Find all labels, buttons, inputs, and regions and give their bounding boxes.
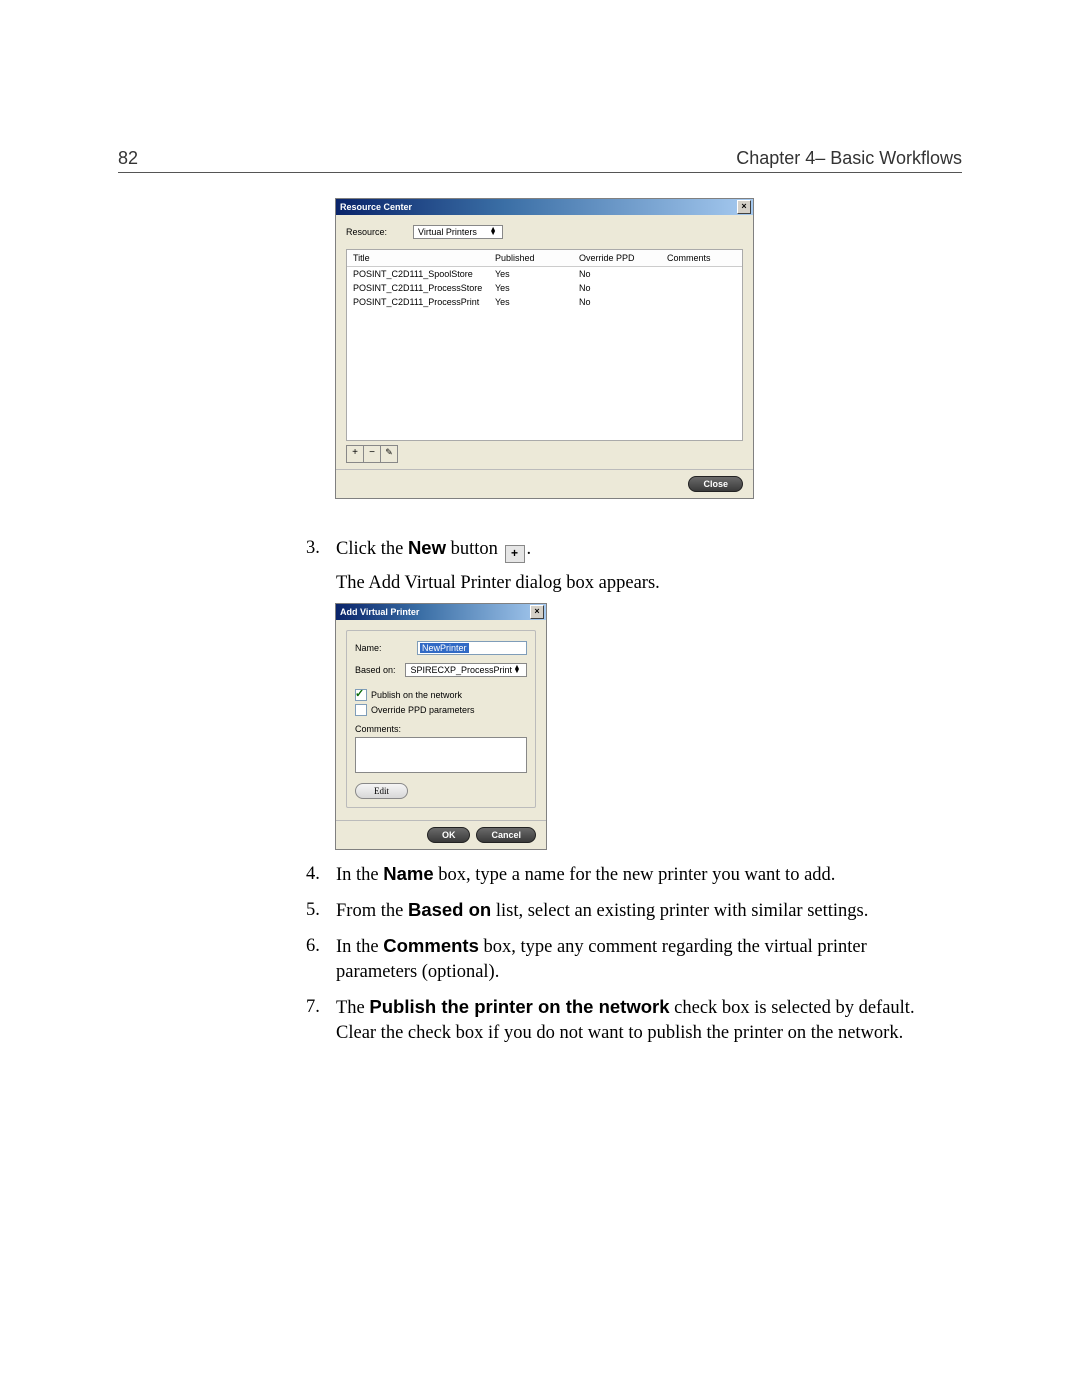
cell-title: POSINT_C2D111_ProcessStore [347, 281, 489, 295]
add-virtual-printer-dialog: Add Virtual Printer × Name: NewPrinter B… [335, 603, 547, 850]
cell-published: Yes [489, 295, 573, 309]
override-ppd-checkbox-label: Override PPD parameters [371, 705, 475, 715]
table-row[interactable]: POSINT_C2D111_ProcessStore Yes No [347, 281, 742, 295]
step-number: 4. [306, 862, 336, 888]
comments-textarea[interactable] [355, 737, 527, 773]
remove-button[interactable]: − [363, 445, 381, 463]
name-input[interactable]: NewPrinter [417, 641, 527, 655]
cell-published: Yes [489, 281, 573, 295]
resource-center-title: Resource Center [340, 202, 412, 212]
cancel-button[interactable]: Cancel [476, 827, 536, 843]
override-ppd-checkbox[interactable] [355, 704, 367, 716]
edit-icon[interactable]: ✎ [380, 445, 398, 463]
table-row[interactable]: POSINT_C2D111_ProcessPrint Yes No [347, 295, 742, 309]
edit-button[interactable]: Edit [355, 783, 408, 799]
plus-icon: + [505, 545, 525, 563]
cell-comments [661, 267, 742, 282]
step-3-text: Click the New button +. The Add Virtual … [336, 536, 952, 610]
col-title[interactable]: Title [347, 250, 489, 267]
close-icon[interactable]: × [530, 605, 544, 619]
avp-titlebar: Add Virtual Printer × [336, 604, 546, 620]
col-override[interactable]: Override PPD [573, 250, 661, 267]
step-5-text: From the Based on list, select an existi… [336, 898, 952, 924]
step-6-text: In the Comments box, type any comment re… [336, 934, 952, 985]
based-on-select[interactable]: SPIRECXP_ProcessPrint ▲▼ [405, 663, 527, 677]
cell-title: POSINT_C2D111_SpoolStore [347, 267, 489, 282]
col-comments[interactable]: Comments [661, 250, 742, 267]
step-3-followup: The Add Virtual Printer dialog box appea… [336, 571, 952, 596]
table-row[interactable]: POSINT_C2D111_SpoolStore Yes No [347, 267, 742, 282]
chevron-updown-icon: ▲▼ [512, 666, 522, 674]
chevron-updown-icon: ▲▼ [488, 228, 498, 236]
resource-select[interactable]: Virtual Printers ▲▼ [413, 225, 503, 239]
cell-override: No [573, 295, 661, 309]
page-number: 82 [118, 148, 138, 169]
step-4-text: In the Name box, type a name for the new… [336, 862, 952, 888]
cell-title: POSINT_C2D111_ProcessPrint [347, 295, 489, 309]
cell-override: No [573, 267, 661, 282]
based-on-value: SPIRECXP_ProcessPrint [410, 665, 512, 675]
step-number: 6. [306, 934, 336, 985]
cell-override: No [573, 281, 661, 295]
step-7-text: The Publish the printer on the network c… [336, 995, 952, 1046]
step-number: 7. [306, 995, 336, 1046]
header-rule [118, 172, 962, 173]
cell-comments [661, 281, 742, 295]
resource-center-dialog: Resource Center × Resource: Virtual Prin… [335, 198, 754, 499]
col-published[interactable]: Published [489, 250, 573, 267]
add-button[interactable]: + [346, 445, 364, 463]
resource-center-titlebar: Resource Center × [336, 199, 753, 215]
comments-label: Comments: [355, 724, 527, 734]
publish-checkbox[interactable] [355, 689, 367, 701]
step-number: 5. [306, 898, 336, 924]
avp-title: Add Virtual Printer [340, 607, 419, 617]
publish-checkbox-label: Publish on the network [371, 690, 462, 700]
printer-table: Title Published Override PPD Comments PO… [346, 249, 743, 441]
resource-select-value: Virtual Printers [418, 227, 477, 237]
ok-button[interactable]: OK [427, 827, 471, 843]
chapter-title: Chapter 4– Basic Workflows [736, 148, 962, 169]
resource-label: Resource: [346, 227, 387, 237]
cell-comments [661, 295, 742, 309]
name-label: Name: [355, 643, 417, 653]
step-number: 3. [306, 536, 336, 610]
based-on-label: Based on: [355, 665, 405, 675]
close-icon[interactable]: × [737, 200, 751, 214]
cell-published: Yes [489, 267, 573, 282]
close-button[interactable]: Close [688, 476, 743, 492]
name-input-value: NewPrinter [420, 643, 469, 653]
